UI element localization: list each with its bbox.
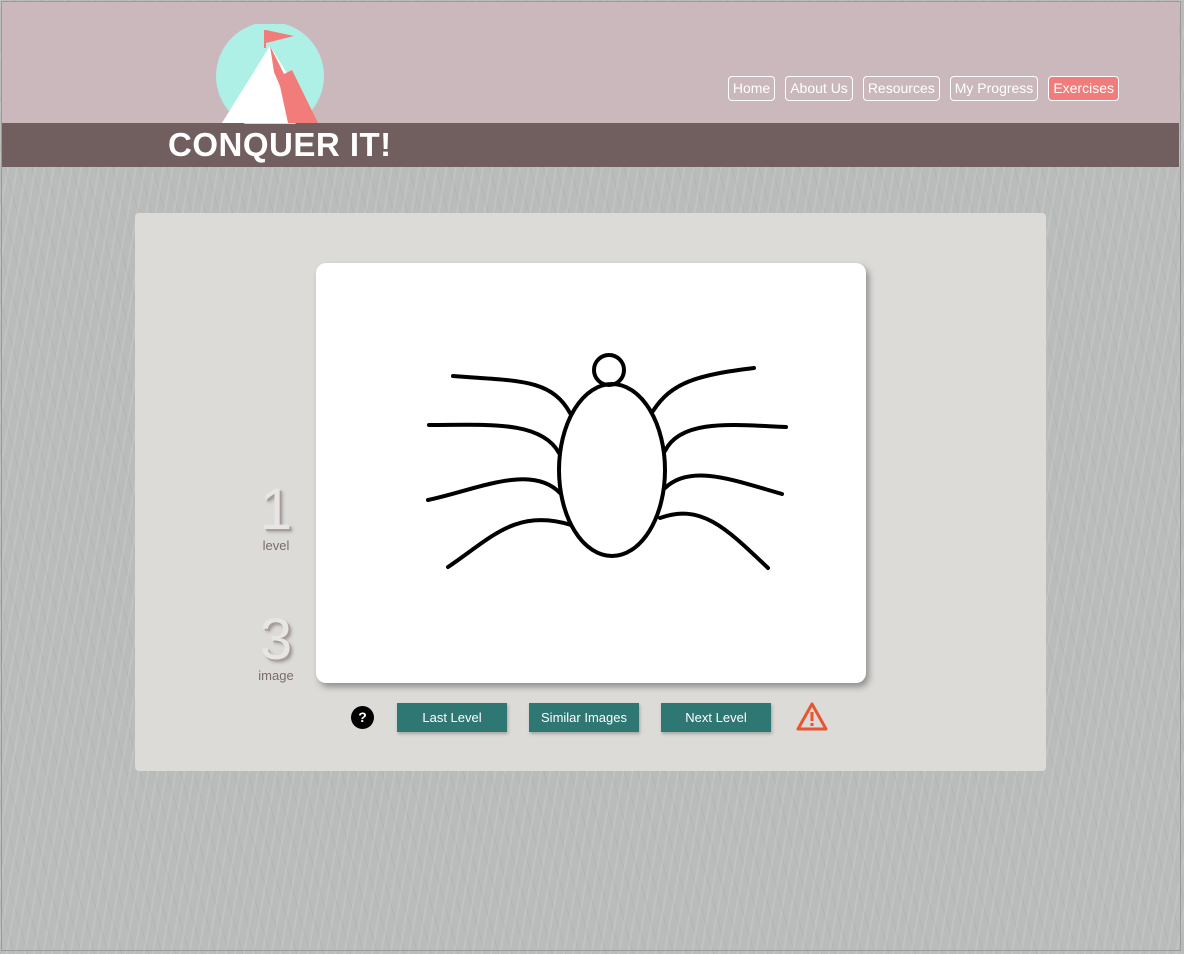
mountain-flag-icon (216, 24, 324, 124)
warning-triangle-icon[interactable] (796, 702, 828, 731)
level-counter: 1 level (246, 477, 306, 554)
brand-title[interactable]: CONQUER IT! (168, 123, 392, 167)
last-level-button[interactable]: Last Level (397, 703, 507, 732)
main-nav: Home About Us Resources My Progress Exer… (727, 76, 1119, 101)
level-label: level (262, 538, 290, 553)
image-label: image (258, 668, 294, 683)
help-button[interactable]: ? (351, 706, 374, 729)
spider-drawing (426, 353, 788, 570)
nav-about-us[interactable]: About Us (785, 76, 853, 101)
exercise-image-card (316, 263, 866, 683)
nav-resources[interactable]: Resources (862, 76, 940, 101)
level-number: 1 (259, 477, 293, 542)
nav-my-progress[interactable]: My Progress (949, 76, 1039, 101)
header-top (2, 2, 1179, 123)
nav-home[interactable]: Home (727, 76, 776, 101)
next-level-button[interactable]: Next Level (661, 703, 771, 732)
image-number: 3 (259, 607, 293, 672)
nav-exercises[interactable]: Exercises (1048, 76, 1119, 101)
image-counter: 3 image (246, 607, 306, 684)
similar-images-button[interactable]: Similar Images (529, 703, 639, 732)
